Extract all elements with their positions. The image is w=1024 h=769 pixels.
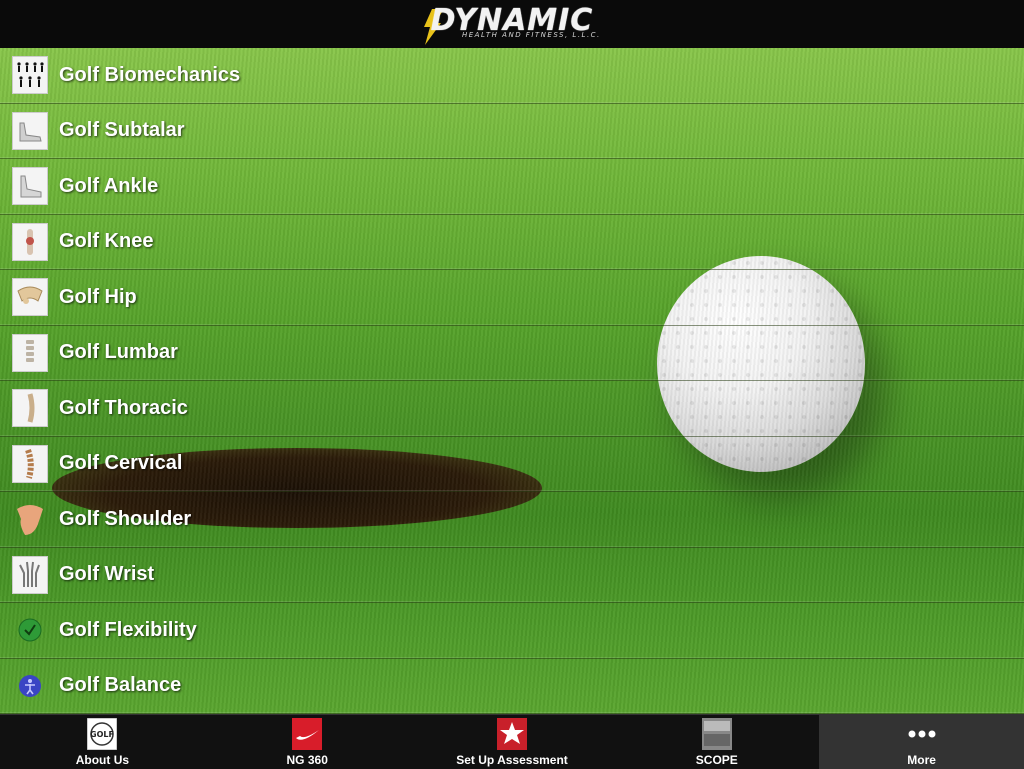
app-header: DYNAMIC HEALTH AND FITNESS, L.L.C. bbox=[0, 0, 1024, 49]
tab-label: NG 360 bbox=[286, 753, 328, 767]
menu-item-label: Golf Flexibility bbox=[59, 618, 197, 641]
tab-label: More bbox=[907, 753, 936, 767]
knee-anatomy-icon bbox=[12, 222, 48, 261]
tab-about-us[interactable]: GOLF About Us bbox=[0, 715, 205, 769]
golfer-silhouettes-icon bbox=[12, 56, 48, 95]
tab-scope[interactable]: SCOPE bbox=[614, 715, 819, 769]
wrist-xray-icon bbox=[12, 555, 48, 594]
lumbar-spine-icon bbox=[12, 333, 48, 372]
hip-anatomy-icon bbox=[12, 278, 48, 317]
tab-label: SCOPE bbox=[695, 753, 738, 767]
menu-item-label: Golf Subtalar bbox=[59, 119, 185, 142]
menu-item-golf-knee[interactable]: Golf Knee bbox=[0, 215, 1024, 270]
shoulder-anatomy-icon bbox=[12, 500, 48, 538]
golf-logo-icon: GOLF bbox=[87, 718, 118, 750]
thoracic-spine-icon bbox=[12, 389, 48, 428]
tab-ng-360[interactable]: NG 360 bbox=[205, 715, 410, 769]
menu-item-golf-cervical[interactable]: Golf Cervical bbox=[0, 437, 1024, 492]
menu-item-golf-lumbar[interactable]: Golf Lumbar bbox=[0, 326, 1024, 381]
tab-label: About Us bbox=[75, 753, 130, 767]
foot-xray-icon bbox=[12, 111, 48, 150]
menu-item-label: Golf Thoracic bbox=[59, 396, 188, 419]
menu-item-golf-wrist[interactable]: Golf Wrist bbox=[0, 548, 1024, 603]
golf-menu-list: Golf Biomechanics Golf Subtalar Golf Ank… bbox=[0, 48, 1024, 714]
menu-item-golf-hip[interactable]: Golf Hip bbox=[0, 270, 1024, 326]
green-check-icon bbox=[12, 611, 48, 649]
assessment-star-icon bbox=[496, 718, 527, 750]
more-dots-icon bbox=[907, 718, 937, 750]
menu-item-golf-balance[interactable]: Golf Balance bbox=[0, 659, 1024, 714]
logo-tagline: HEALTH AND FITNESS, L.L.C. bbox=[462, 31, 601, 39]
menu-item-label: Golf Wrist bbox=[59, 563, 155, 586]
tab-set-up-assessment[interactable]: Set Up Assessment bbox=[410, 715, 615, 769]
tab-label: Set Up Assessment bbox=[456, 753, 568, 767]
menu-item-label: Golf Cervical bbox=[59, 452, 183, 475]
menu-item-label: Golf Biomechanics bbox=[59, 63, 241, 86]
menu-item-label: Golf Shoulder bbox=[59, 507, 192, 530]
menu-item-label: Golf Lumbar bbox=[59, 341, 178, 364]
menu-item-label: Golf Balance bbox=[59, 674, 182, 697]
menu-item-golf-thoracic[interactable]: Golf Thoracic bbox=[0, 381, 1024, 437]
cervical-spine-icon bbox=[12, 444, 48, 483]
scope-icon bbox=[701, 718, 732, 750]
svg-text:GOLF: GOLF bbox=[90, 730, 114, 739]
menu-item-golf-ankle[interactable]: Golf Ankle bbox=[0, 159, 1024, 215]
dynamic-logo: DYNAMIC HEALTH AND FITNESS, L.L.C. bbox=[372, 1, 652, 47]
bottom-tab-bar: GOLF About Us NG 360 Set Up Assessment S… bbox=[0, 714, 1024, 769]
tab-more[interactable]: More bbox=[819, 715, 1024, 769]
nike-swoosh-icon bbox=[292, 718, 323, 750]
blue-figure-icon bbox=[12, 667, 48, 705]
menu-item-golf-biomechanics[interactable]: Golf Biomechanics bbox=[0, 48, 1024, 104]
menu-item-label: Golf Ankle bbox=[59, 174, 159, 197]
menu-item-golf-flexibility[interactable]: Golf Flexibility bbox=[0, 603, 1024, 659]
ankle-xray-icon bbox=[12, 167, 48, 206]
menu-item-golf-shoulder[interactable]: Golf Shoulder bbox=[0, 492, 1024, 548]
menu-item-golf-subtalar[interactable]: Golf Subtalar bbox=[0, 104, 1024, 159]
menu-item-label: Golf Knee bbox=[59, 230, 154, 253]
menu-item-label: Golf Hip bbox=[59, 285, 137, 308]
